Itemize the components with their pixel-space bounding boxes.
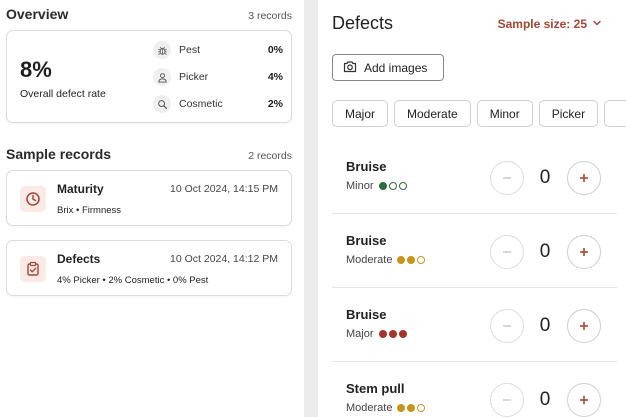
- filter-chips: Major Moderate Minor Picker: [332, 100, 626, 127]
- category-row-cosmetic: Cosmetic 2%: [153, 94, 283, 114]
- defect-name: Stem pull: [346, 381, 405, 396]
- defect-count: 0: [539, 241, 551, 262]
- sample-size-label: Sample size: 25: [497, 17, 587, 31]
- increment-button[interactable]: [567, 161, 601, 195]
- clock-icon: [20, 186, 46, 212]
- category-pct: 2%: [267, 98, 283, 110]
- chip-picker[interactable]: Picker: [538, 100, 599, 127]
- minus-icon: [503, 325, 511, 327]
- defect-row: Stem pull Moderate 0: [332, 362, 617, 417]
- record-time: 10 Oct 2024, 14:15 PM: [170, 183, 278, 195]
- severity-label: Moderate: [346, 402, 393, 414]
- defect-rate-label: Overall defect rate: [20, 88, 106, 100]
- decrement-button[interactable]: [490, 383, 524, 417]
- category-pct: 4%: [267, 71, 283, 83]
- defect-rate-value: 8%: [20, 57, 52, 82]
- add-images-label: Add images: [364, 60, 428, 75]
- plus-icon: [580, 248, 588, 256]
- category-name: Picker: [179, 71, 209, 83]
- defects-panel: Defects Sample size: 25 Add images Major…: [318, 0, 626, 417]
- chip-moderate[interactable]: Moderate: [394, 100, 471, 127]
- add-images-button[interactable]: Add images: [332, 54, 444, 81]
- sample-size-dropdown[interactable]: Sample size: 25: [498, 17, 602, 31]
- increment-button[interactable]: [567, 235, 601, 269]
- defect-severity: Major: [346, 328, 407, 340]
- severity-dots: [378, 330, 407, 338]
- defect-name: Bruise: [346, 233, 387, 248]
- left-panel: Overview 3 records 8% Overall defect rat…: [0, 0, 304, 417]
- minus-icon: [503, 251, 511, 253]
- decrement-button[interactable]: [490, 161, 524, 195]
- category-row-pest: Pest 0%: [153, 40, 283, 60]
- record-title: Maturity: [57, 182, 104, 196]
- overview-header: Overview 3 records: [6, 6, 292, 22]
- severity-dots: [397, 404, 426, 412]
- increment-button[interactable]: [567, 309, 601, 343]
- category-name: Pest: [179, 44, 201, 56]
- defect-name: Bruise: [346, 307, 387, 322]
- defect-count: 0: [539, 389, 551, 410]
- severity-dots: [378, 182, 407, 190]
- defect-severity: Minor: [346, 180, 407, 192]
- defect-row: Bruise Moderate 0: [332, 214, 617, 288]
- category-row-picker: Picker 4%: [153, 67, 283, 87]
- chevron-down-icon: [592, 17, 602, 31]
- chip-minor[interactable]: Minor: [476, 100, 533, 127]
- minus-icon: [503, 399, 511, 401]
- magnifier-icon: [153, 95, 171, 113]
- severity-label: Major: [346, 328, 374, 340]
- camera-icon: [343, 60, 357, 76]
- person-icon: [153, 68, 171, 86]
- defect-name: Bruise: [346, 159, 387, 174]
- increment-button[interactable]: [567, 383, 601, 417]
- overview-title: Overview: [6, 6, 69, 22]
- severity-label: Minor: [346, 180, 374, 192]
- samples-count: 2 records: [248, 150, 292, 162]
- defect-severity: Moderate: [346, 402, 426, 414]
- chip-more[interactable]: [604, 100, 626, 127]
- plus-icon: [580, 174, 588, 182]
- overview-count: 3 records: [248, 10, 292, 22]
- plus-icon: [580, 396, 588, 404]
- defect-severity: Moderate: [346, 254, 426, 266]
- severity-label: Moderate: [346, 254, 393, 266]
- samples-title: Sample records: [6, 146, 112, 162]
- record-card-defects[interactable]: Defects 10 Oct 2024, 14:12 PM 4% Picker …: [6, 240, 292, 296]
- record-subtitle: Brix • Firmness: [57, 205, 122, 216]
- defects-title: Defects: [332, 13, 394, 33]
- category-name: Cosmetic: [179, 98, 223, 110]
- panel-divider[interactable]: [304, 0, 318, 417]
- samples-header: Sample records 2 records: [6, 146, 292, 162]
- clipboard-check-icon: [20, 256, 46, 282]
- defect-row: Bruise Major 0: [332, 288, 617, 362]
- defect-row: Bruise Minor 0: [332, 140, 617, 214]
- bug-icon: [153, 41, 171, 59]
- record-subtitle: 4% Picker • 2% Cosmetic • 0% Pest: [57, 275, 209, 286]
- record-time: 10 Oct 2024, 14:12 PM: [170, 253, 278, 265]
- minus-icon: [503, 177, 511, 179]
- category-pct: 0%: [267, 44, 283, 56]
- defect-count: 0: [539, 167, 551, 188]
- overview-card: 8% Overall defect rate Pest 0% Picker 4%…: [6, 30, 292, 123]
- decrement-button[interactable]: [490, 309, 524, 343]
- plus-icon: [580, 322, 588, 330]
- record-title: Defects: [57, 252, 101, 266]
- record-card-maturity[interactable]: Maturity 10 Oct 2024, 14:15 PM Brix • Fi…: [6, 170, 292, 226]
- defect-count: 0: [539, 315, 551, 336]
- severity-dots: [397, 256, 426, 264]
- decrement-button[interactable]: [490, 235, 524, 269]
- chip-major[interactable]: Major: [332, 100, 389, 127]
